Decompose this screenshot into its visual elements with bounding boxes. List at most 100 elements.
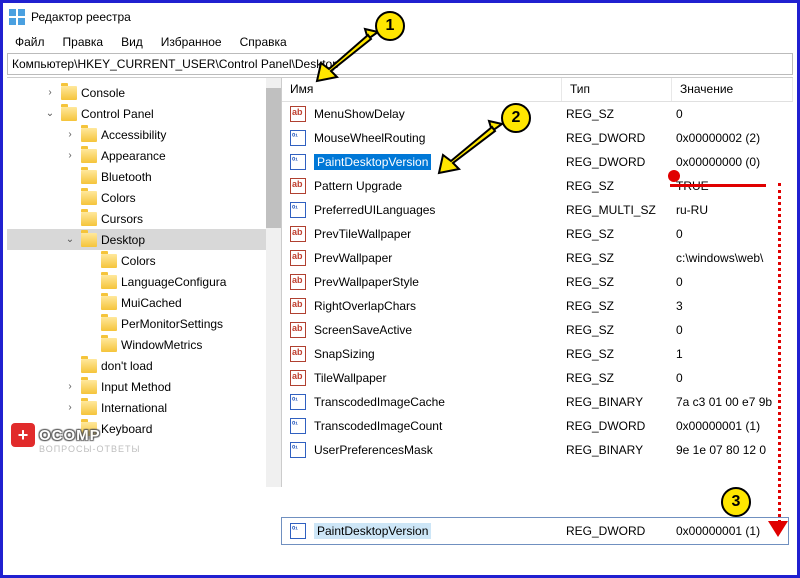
folder-icon <box>81 128 97 142</box>
value-name: PaintDesktopVersion <box>314 154 431 170</box>
tree-expand-icon[interactable]: ⌄ <box>43 108 57 119</box>
menu-favorites[interactable]: Избранное <box>153 33 230 51</box>
list-row[interactable]: PrevWallpaperStyleREG_SZ0 <box>282 270 793 294</box>
col-type[interactable]: Тип <box>562 78 672 101</box>
tree-expand-icon[interactable]: › <box>63 381 77 392</box>
address-text: Компьютер\HKEY_CURRENT_USER\Control Pane… <box>12 57 339 71</box>
value-data: 0 <box>676 227 793 241</box>
tree-item[interactable]: ⌄Desktop <box>7 229 281 250</box>
list-row[interactable]: TranscodedImageCacheREG_BINARY7a c3 01 0… <box>282 390 793 414</box>
tree-label: Appearance <box>101 149 166 163</box>
value-data: 1 <box>676 347 793 361</box>
address-bar[interactable]: Компьютер\HKEY_CURRENT_USER\Control Pane… <box>7 53 793 75</box>
reg-sz-icon <box>288 178 308 194</box>
list-row[interactable]: MouseWheelRoutingREG_DWORD0x00000002 (2) <box>282 126 793 150</box>
tree-item[interactable]: MuiCached <box>7 292 281 313</box>
tree-label: Control Panel <box>81 107 154 121</box>
window-title: Редактор реестра <box>31 10 131 24</box>
tree-item[interactable]: WindowMetrics <box>7 334 281 355</box>
value-type: REG_DWORD <box>566 155 676 169</box>
list-row[interactable]: ScreenSaveActiveREG_SZ0 <box>282 318 793 342</box>
callout-2: 2 <box>501 103 531 133</box>
list-row[interactable]: SnapSizing REG_SZ1 <box>282 342 793 366</box>
value-type: REG_BINARY <box>566 443 676 457</box>
tree-item[interactable]: › Console <box>7 82 281 103</box>
folder-icon <box>81 170 97 184</box>
tree-item[interactable]: don't load <box>7 355 281 376</box>
menu-file[interactable]: Файл <box>7 33 53 51</box>
list-panel: Имя Тип Значение MenuShowDelayREG_SZ0Mou… <box>282 78 793 487</box>
reg-dword-icon <box>288 130 308 146</box>
tree-expand-icon[interactable]: › <box>63 150 77 161</box>
folder-icon <box>61 107 77 121</box>
folder-icon <box>81 233 97 247</box>
list-row[interactable]: MenuShowDelayREG_SZ0 <box>282 102 793 126</box>
value-name: TranscodedImageCache <box>314 395 445 409</box>
value-name: SnapSizing <box>314 347 375 361</box>
folder-icon <box>81 212 97 226</box>
list-row[interactable]: PrevTileWallpaperREG_SZ0 <box>282 222 793 246</box>
reg-dword-icon <box>288 523 308 539</box>
col-value[interactable]: Значение <box>672 78 793 101</box>
tree-label: Colors <box>121 254 156 268</box>
arrow-2 <box>435 119 507 175</box>
pin-start <box>668 170 680 182</box>
list-row[interactable]: PreferredUILanguagesREG_MULTI_SZru-RU <box>282 198 793 222</box>
reg-dword-icon <box>288 394 308 410</box>
value-type: REG_DWORD <box>566 419 676 433</box>
value-type: REG_SZ <box>566 179 676 193</box>
list-row[interactable]: RightOverlapCharsREG_SZ3 <box>282 294 793 318</box>
reg-sz-icon <box>288 250 308 266</box>
tree-item[interactable]: Colors <box>7 187 281 208</box>
tree-label: Accessibility <box>101 128 166 142</box>
tree-scroll-thumb[interactable] <box>266 88 281 228</box>
tree-label: Cursors <box>101 212 143 226</box>
tree-item[interactable]: › International <box>7 397 281 418</box>
tree-label: Console <box>81 86 125 100</box>
tree-item[interactable]: Cursors <box>7 208 281 229</box>
tree-item[interactable]: LanguageConfigura <box>7 271 281 292</box>
value-data: 0x00000001 (1) <box>676 419 793 433</box>
tree-label: MuiCached <box>121 296 182 310</box>
tree-item[interactable]: Bluetooth <box>7 166 281 187</box>
value-type: REG_DWORD <box>566 131 676 145</box>
menu-view[interactable]: Вид <box>113 33 151 51</box>
folder-icon <box>81 401 97 415</box>
list-row[interactable]: PaintDesktopVersion REG_DWORD0x00000000 (… <box>282 150 793 174</box>
tree-item[interactable]: ›Input Method <box>7 376 281 397</box>
tree-label: International <box>101 401 167 415</box>
value-data: 0 <box>676 323 793 337</box>
value-data: ru-RU <box>676 203 793 217</box>
value-name: PrevWallpaper <box>314 251 392 265</box>
watermark-sub: ВОПРОСЫ-ОТВЕТЫ <box>39 444 140 454</box>
tree-expand-icon[interactable]: ⌄ <box>63 234 77 245</box>
bottom-result-row: PaintDesktopVersion REG_DWORD 0x00000001… <box>281 517 789 545</box>
callout-1: 1 <box>375 11 405 41</box>
menu-edit[interactable]: Правка <box>55 33 112 51</box>
tree-item[interactable]: Colors <box>7 250 281 271</box>
tree-expand-icon[interactable]: › <box>63 129 77 140</box>
tree-expand-icon[interactable]: › <box>43 87 57 98</box>
value-name: PreferredUILanguages <box>314 203 435 217</box>
bottom-type: REG_DWORD <box>566 524 676 538</box>
value-type: REG_SZ <box>566 107 676 121</box>
tree-label: Colors <box>101 191 136 205</box>
reg-sz-icon <box>288 322 308 338</box>
value-type: REG_SZ <box>566 347 676 361</box>
value-name: TranscodedImageCount <box>314 419 442 433</box>
value-data: 0x00000000 (0) <box>676 155 793 169</box>
list-row[interactable]: TileWallpaperREG_SZ0 <box>282 366 793 390</box>
list-row[interactable]: PrevWallpaperREG_SZc:\windows\web\ <box>282 246 793 270</box>
tree-expand-icon[interactable]: › <box>63 402 77 413</box>
menu-help[interactable]: Справка <box>232 33 295 51</box>
watermark-brand: OCOMP <box>39 427 101 444</box>
list-row[interactable]: UserPreferencesMaskREG_BINARY9e 1e 07 80… <box>282 438 793 462</box>
bottom-name: PaintDesktopVersion <box>314 523 431 539</box>
tree-item[interactable]: › Accessibility <box>7 124 281 145</box>
tree-item[interactable]: › Appearance <box>7 145 281 166</box>
value-type: REG_SZ <box>566 323 676 337</box>
tree-item[interactable]: ⌄ Control Panel <box>7 103 281 124</box>
tree-item[interactable]: PerMonitorSettings <box>7 313 281 334</box>
list-row[interactable]: TranscodedImageCount REG_DWORD0x00000001 … <box>282 414 793 438</box>
reg-dword-icon <box>288 202 308 218</box>
